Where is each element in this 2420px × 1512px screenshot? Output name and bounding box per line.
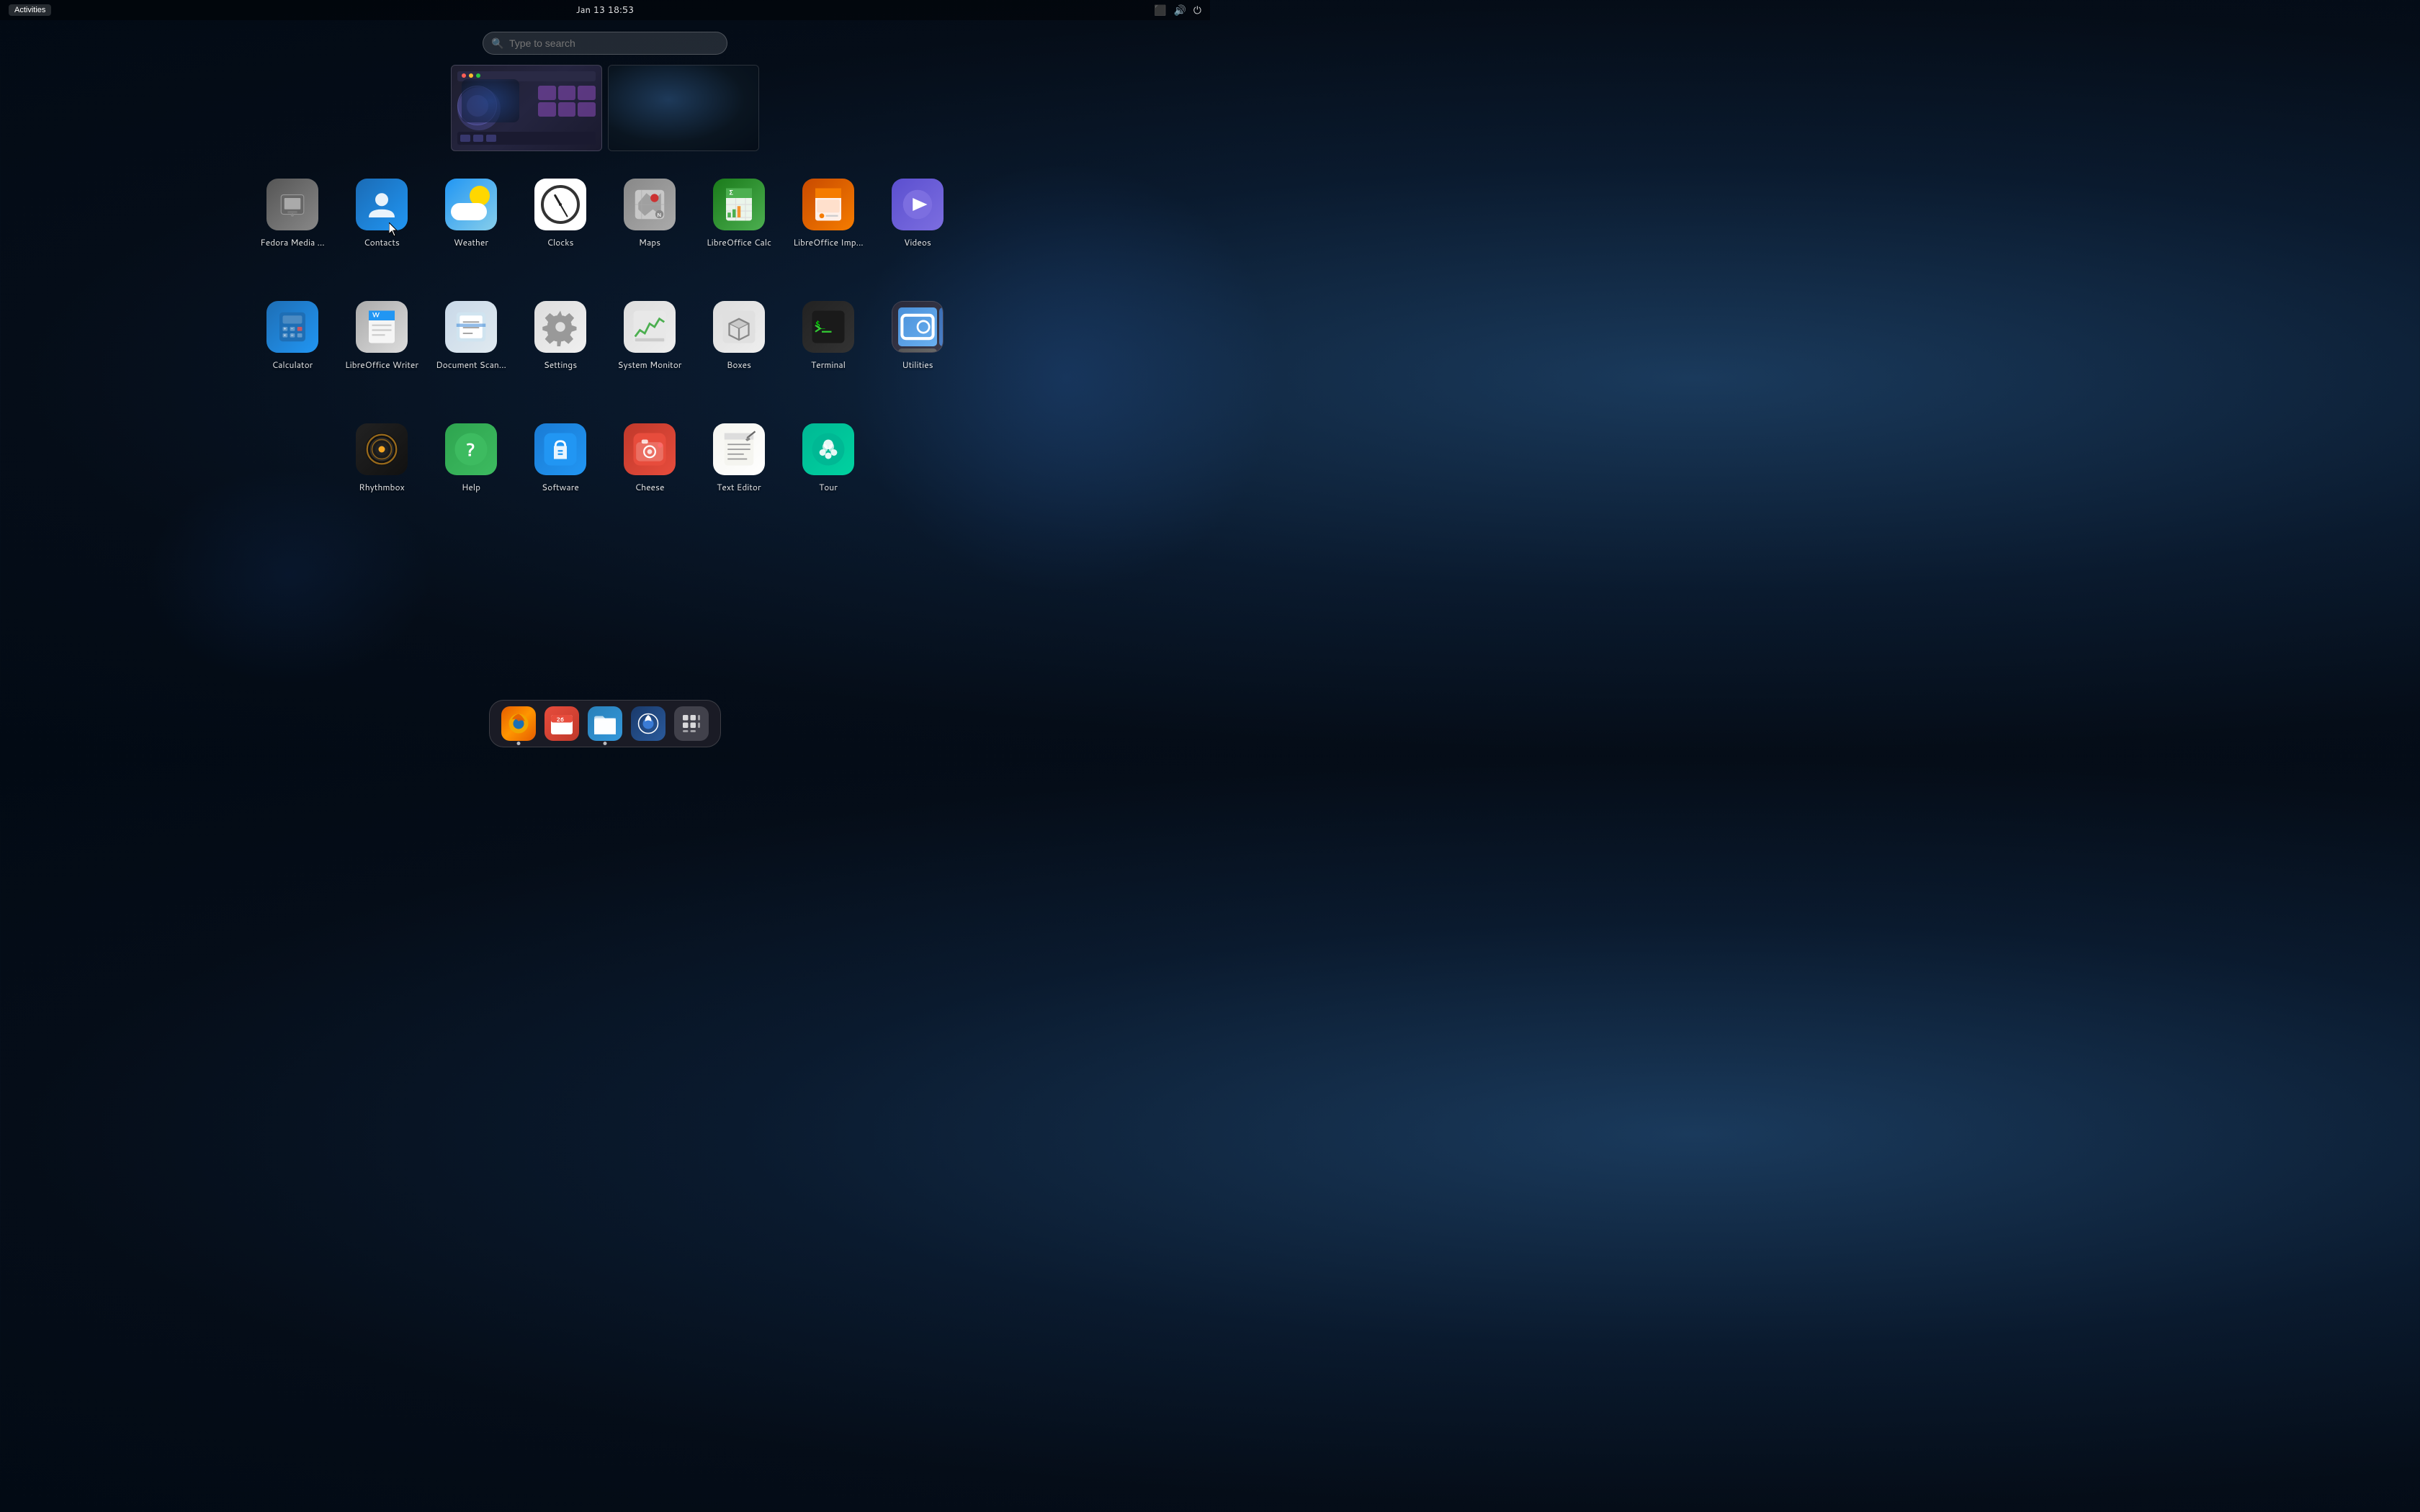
dock-item-show-applications[interactable] [674,706,709,741]
dock-item-calendar[interactable]: 26 [544,706,579,741]
app-label-tour: Tour [819,481,838,493]
app-item-terminal[interactable]: $_ Terminal [789,301,868,371]
top-bar-left: Activities [9,4,51,16]
app-item-libreoffice-impress[interactable]: LibreOffice Imp... [789,179,868,248]
app-label-utilities: Utilities [902,359,933,371]
app-label-clocks: Clocks [547,236,573,248]
search-input[interactable] [483,32,727,55]
app-item-weather[interactable]: Weather [431,179,511,248]
svg-text:?: ? [466,436,475,462]
svg-text:+: + [284,326,287,332]
app-label-weather: Weather [454,236,488,248]
app-item-system-monitor[interactable]: System Monitor [610,301,689,371]
app-item-software[interactable]: Software [521,423,600,493]
svg-text:26: 26 [557,716,565,724]
activities-label: Activities [14,6,45,14]
app-item-libreoffice-writer[interactable]: W LibreOffice Writer [342,301,421,371]
datetime-label: Jan 13 18:53 [576,4,635,17]
app-label-terminal: Terminal [811,359,846,371]
svg-text:W: W [372,310,380,320]
svg-text:÷: ÷ [291,333,294,338]
app-item-cheese[interactable]: Cheese [610,423,689,493]
app-label-maps: Maps [639,236,660,248]
app-label-contacts: Contacts [364,236,400,248]
app-label-rhythmbox: Rhythmbox [359,481,404,493]
app-item-utilities[interactable]: PDF Utilities [878,301,957,371]
dock-item-fedora-installer[interactable] [631,706,666,741]
dock-item-files[interactable] [588,706,622,741]
app-item-contacts[interactable]: Contacts [342,179,421,248]
volume-icon[interactable]: 🔊 [1173,3,1186,17]
app-label-libreoffice-calc: LibreOffice Calc [707,236,771,248]
search-container: 🔍 [483,32,727,55]
top-bar-right: ⬛ 🔊 ⏻ [1154,3,1201,17]
app-label-settings: Settings [544,359,577,371]
app-item-document-scanner[interactable]: Document Scan... [431,301,511,371]
preview-window-2[interactable] [608,65,759,151]
app-label-videos: Videos [904,236,931,248]
svg-text:×: × [284,333,287,338]
app-label-document-scanner: Document Scan... [436,359,506,371]
app-label-libreoffice-writer: LibreOffice Writer [345,359,418,371]
svg-text:N: N [657,212,661,219]
app-item-fedora-media-writer[interactable]: Fedora Media ... [253,179,332,248]
app-label-system-monitor: System Monitor [617,359,681,371]
app-item-rhythmbox[interactable]: Rhythmbox [342,423,421,493]
app-item-clocks[interactable]: Clocks [521,179,600,248]
activities-button[interactable]: Activities [9,4,51,16]
app-label-software: Software [542,481,579,493]
dock: 26 [489,700,721,747]
svg-text:−: − [291,326,293,332]
app-grid-row1: Fedora Media ... Contacts Weather Clocks [253,179,957,248]
app-label-calculator: Calculator [272,359,313,371]
app-item-libreoffice-calc[interactable]: Σ LibreOffice Calc [699,179,779,248]
app-label-fedora-media-writer: Fedora Media ... [260,236,324,248]
app-label-libreoffice-impress: LibreOffice Imp... [793,236,863,248]
search-icon: 🔍 [491,36,503,50]
svg-text:Σ: Σ [730,188,734,197]
app-grid-row2: + − × ÷ Calculator W LibreOffice Writer [253,301,957,371]
app-item-calculator[interactable]: + − × ÷ Calculator [253,301,332,371]
power-icon[interactable]: ⏻ [1193,3,1201,17]
app-label-cheese: Cheese [635,481,665,493]
app-item-videos[interactable]: Videos [878,179,957,248]
app-item-boxes[interactable]: Boxes [699,301,779,371]
app-label-text-editor: Text Editor [717,481,761,493]
app-item-help[interactable]: ? Help [431,423,511,493]
window-previews [451,65,759,151]
app-item-text-editor[interactable]: Text Editor [699,423,779,493]
app-label-help: Help [462,481,480,493]
top-bar: Activities Jan 13 18:53 ⬛ 🔊 ⏻ [0,0,1210,20]
app-item-tour[interactable]: Tour [789,423,868,493]
dock-item-firefox[interactable] [501,706,536,741]
app-label-boxes: Boxes [727,359,751,371]
app-item-maps[interactable]: N Maps [610,179,689,248]
display-icon: ⬛ [1154,3,1166,17]
app-grid-row3: Rhythmbox ? Help Software [342,423,868,493]
app-item-settings[interactable]: Settings [521,301,600,371]
